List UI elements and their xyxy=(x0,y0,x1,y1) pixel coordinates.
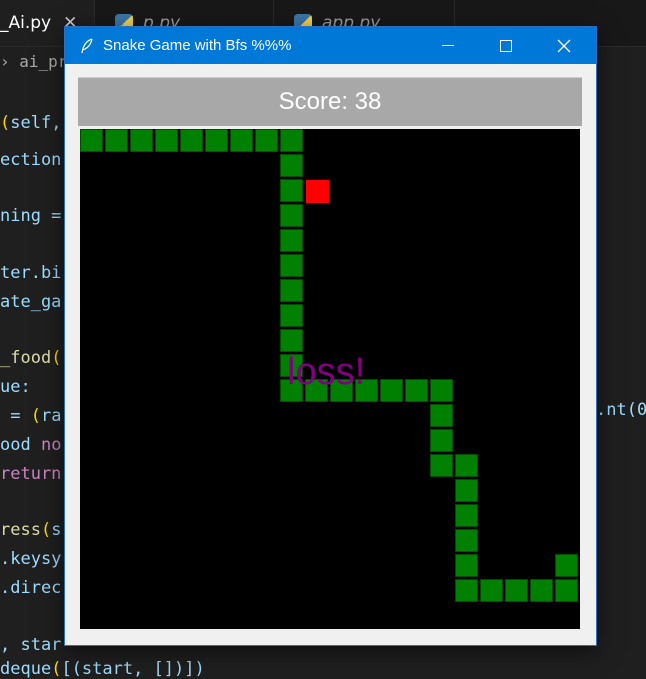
code-token: ning = xyxy=(0,206,62,226)
code-token: s xyxy=(51,520,62,540)
code-token: ection xyxy=(0,150,62,170)
snake-segment xyxy=(280,154,303,177)
snake-segment xyxy=(430,429,453,452)
snake-segment xyxy=(430,404,453,427)
code-token: ra xyxy=(40,406,62,426)
code-line: ate_ga xyxy=(0,292,61,312)
window-titlebar[interactable]: Snake Game with Bfs %%% xyxy=(65,27,596,64)
snake-segment xyxy=(280,304,303,327)
code-line: (self, xyxy=(0,113,61,133)
code-token: ( xyxy=(30,406,41,426)
code-line: ue: xyxy=(0,377,31,397)
snake-segment xyxy=(380,379,403,402)
maximize-icon xyxy=(500,39,512,52)
code-token: ue: xyxy=(0,377,31,397)
snake-segment xyxy=(280,204,303,227)
food-item xyxy=(306,180,329,203)
code-token: = xyxy=(0,406,31,426)
snake-segment xyxy=(280,229,303,252)
snake-segment xyxy=(505,579,528,602)
snake-segment xyxy=(480,579,503,602)
code-line: , star xyxy=(0,635,61,655)
snake-segment xyxy=(430,454,453,477)
snake-segment xyxy=(80,129,103,152)
code-token: ood xyxy=(0,435,41,455)
code-token: ( xyxy=(51,659,62,679)
code-line: .keysy xyxy=(0,549,61,569)
code-token: self, xyxy=(10,113,62,133)
snake-segment xyxy=(280,254,303,277)
code-line: _food( xyxy=(0,348,61,368)
code-token: deque xyxy=(0,659,52,679)
code-token: .keysy xyxy=(0,549,62,569)
snake-segment xyxy=(280,279,303,302)
code-line: ress(s xyxy=(0,520,61,540)
snake-segment xyxy=(530,579,553,602)
snake-segment xyxy=(205,129,228,152)
code-token: ress xyxy=(0,520,41,540)
code-line: ning = xyxy=(0,206,61,226)
snake-segment xyxy=(430,379,453,402)
close-button[interactable] xyxy=(535,27,593,64)
snake-segment xyxy=(155,129,178,152)
score-label: Score: 38 xyxy=(78,77,582,126)
code-token: ter.bi xyxy=(0,263,62,283)
snake-segment xyxy=(455,554,478,577)
window-title: Snake Game with Bfs %%% xyxy=(103,37,292,54)
code-fragment-right: .nt(0 xyxy=(596,400,646,420)
snake-segment xyxy=(130,129,153,152)
game-status-text: loss! xyxy=(287,351,366,393)
code-token: ( xyxy=(0,113,11,133)
snake-game-window[interactable]: Snake Game with Bfs %%% Score: 38 loss! xyxy=(64,26,597,646)
snake-segment xyxy=(280,179,303,202)
snake-segment xyxy=(280,329,303,352)
code-line: ection xyxy=(0,150,61,170)
snake-segment xyxy=(455,454,478,477)
tk-feather-icon xyxy=(79,37,95,54)
minimize-icon xyxy=(442,45,454,46)
snake-segment xyxy=(455,579,478,602)
code-token: ( xyxy=(51,348,62,368)
tab-label: _Ai.py xyxy=(0,13,52,33)
code-line: return xyxy=(0,464,61,484)
minimize-button[interactable] xyxy=(419,27,477,64)
snake-segment xyxy=(455,479,478,502)
snake-segment xyxy=(405,379,428,402)
snake-segment xyxy=(455,504,478,527)
code-line: deque([(start, [])]) xyxy=(0,659,205,679)
snake-segment xyxy=(280,129,303,152)
code-token: .direc xyxy=(0,578,62,598)
code-token: ( xyxy=(40,520,52,540)
code-token: [(start, [])]) xyxy=(61,659,205,679)
code-line: .direc xyxy=(0,578,61,598)
game-board[interactable]: loss! xyxy=(80,129,580,629)
code-token: _food xyxy=(0,348,52,368)
snake-segment xyxy=(555,579,578,602)
maximize-button[interactable] xyxy=(477,27,535,64)
snake-segment xyxy=(105,129,128,152)
code-line: ter.bi xyxy=(0,263,61,283)
code-token: return xyxy=(0,464,62,484)
snake-segment xyxy=(455,529,478,552)
code-line: = (ra xyxy=(0,406,61,426)
code-token: ate_ga xyxy=(0,292,62,312)
snake-segment xyxy=(180,129,203,152)
code-token: no xyxy=(40,435,62,455)
code-line: ood no xyxy=(0,435,61,455)
close-icon xyxy=(557,39,571,52)
snake-segment xyxy=(255,129,278,152)
snake-segment xyxy=(555,554,578,577)
code-token: , star xyxy=(0,635,62,655)
snake-segment xyxy=(230,129,253,152)
